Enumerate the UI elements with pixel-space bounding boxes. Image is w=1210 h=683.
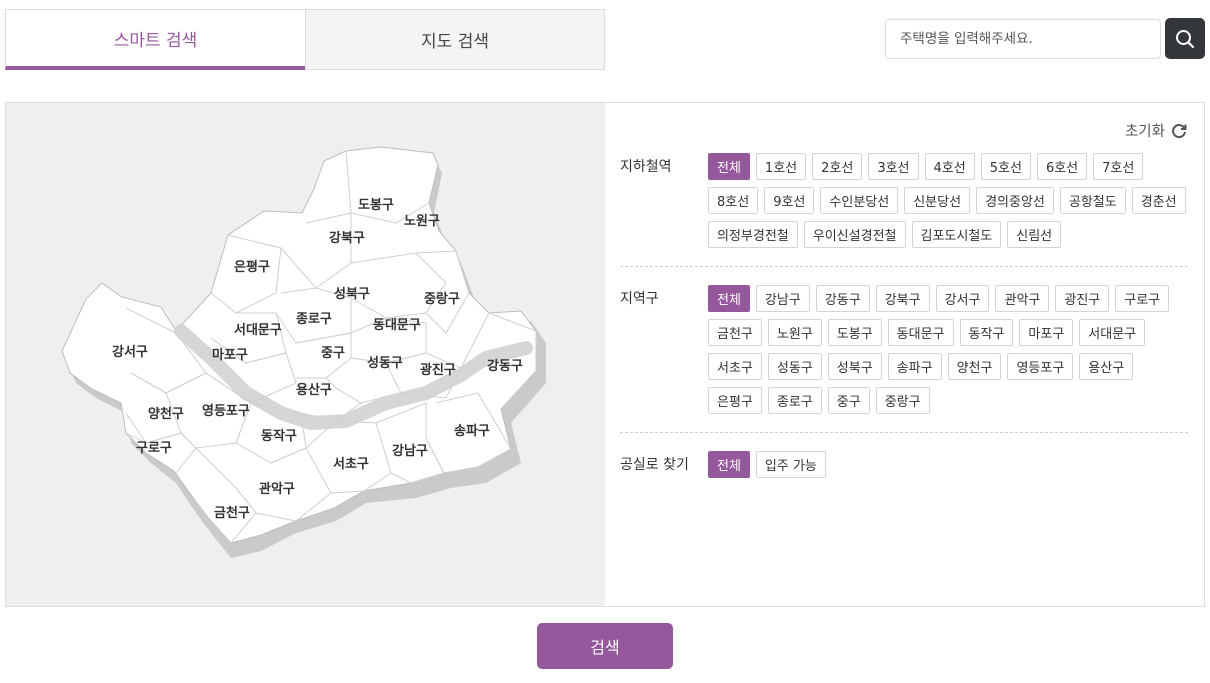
map-label[interactable]: 은평구: [234, 259, 270, 275]
map-label[interactable]: 용산구: [296, 382, 332, 398]
subway-option-chip[interactable]: 경의중앙선: [976, 187, 1054, 214]
tab-smart-search[interactable]: 스마트 검색: [5, 9, 305, 70]
map-label[interactable]: 영등포구: [202, 404, 250, 419]
map-label[interactable]: 노원구: [404, 214, 440, 229]
reset-button[interactable]: 초기화: [1125, 120, 1188, 141]
vacancy-chips: 전체 입주 가능: [708, 451, 1188, 478]
map-label[interactable]: 송파구: [454, 424, 490, 439]
district-option-chip[interactable]: 강서구: [935, 285, 990, 312]
map-label[interactable]: 중랑구: [424, 292, 460, 307]
search-panel: 도봉구 노원구 강북구 은평구 성북구 중랑구 종로구 서대문구 동대문구 강서…: [5, 102, 1205, 607]
tab-map-search[interactable]: 지도 검색: [305, 9, 605, 70]
subway-option-chip[interactable]: 3호선: [868, 153, 919, 180]
subway-label: 지하철역: [620, 159, 672, 175]
subway-option-chip[interactable]: 우이신설경전철: [803, 221, 906, 248]
subway-option-chip[interactable]: 7호선: [1093, 153, 1144, 180]
map-label[interactable]: 성동구: [367, 356, 403, 371]
map-label[interactable]: 강남구: [392, 443, 428, 459]
district-option-chip[interactable]: 성동구: [767, 353, 822, 380]
subway-option-chip[interactable]: 수인분당선: [820, 187, 899, 214]
submit-search-button[interactable]: 검색: [537, 623, 673, 669]
map-label[interactable]: 서대문구: [234, 323, 282, 338]
subway-option-chip[interactable]: 1호선: [755, 153, 807, 180]
district-option-chip[interactable]: 강동구: [815, 285, 870, 312]
refresh-icon: [1172, 123, 1187, 138]
district-option-chip[interactable]: 중랑구: [875, 387, 930, 414]
district-option-chip[interactable]: 마포구: [1019, 319, 1074, 346]
district-filter: 지역구 전체 강남구 강동구 강북구 강서구 관악구 광진구 구로구금천구 노원구 도봉구 동대문구…: [620, 285, 1188, 414]
vacancy-option-chip[interactable]: 전체: [708, 451, 750, 478]
district-option-chip[interactable]: 은평구: [708, 387, 762, 414]
search-icon: [1176, 29, 1195, 48]
district-option-chip[interactable]: 금천구: [708, 319, 762, 346]
map-label[interactable]: 구로구: [136, 441, 172, 456]
district-option-chip[interactable]: 송파구: [887, 353, 942, 380]
subway-option-chip[interactable]: 김포도시철도: [911, 221, 1002, 248]
search-input[interactable]: [885, 19, 1161, 59]
subway-option-chip[interactable]: 공항철도: [1059, 187, 1126, 214]
subway-option-chip[interactable]: 신분당선: [904, 187, 971, 214]
district-chips: 전체 강남구 강동구 강북구 강서구 관악구 광진구 구로구금천구 노원구 도봉구 동대문구 동작구 마…: [708, 285, 1188, 414]
subway-option-chip[interactable]: 4호선: [924, 153, 975, 180]
map-label[interactable]: 관악구: [259, 481, 295, 497]
subway-option-chip[interactable]: 전체: [708, 153, 750, 180]
district-option-chip[interactable]: 동대문구: [887, 319, 954, 346]
map-label[interactable]: 양천구: [148, 407, 184, 422]
seoul-map[interactable]: 도봉구 노원구 강북구 은평구 성북구 중랑구 종로구 서대문구 동대문구 강서…: [6, 103, 605, 606]
vacancy-option-chip[interactable]: 입주 가능: [755, 451, 826, 478]
district-option-chip[interactable]: 노원구: [767, 319, 822, 346]
subway-option-chip[interactable]: 신림선: [1007, 221, 1062, 248]
subway-option-chip[interactable]: 9호선: [764, 187, 815, 214]
map-label[interactable]: 강북구: [329, 230, 365, 246]
map-label[interactable]: 도봉구: [358, 198, 394, 213]
map-label[interactable]: 강동구: [487, 358, 523, 374]
map-label[interactable]: 종로구: [296, 312, 332, 327]
district-option-chip[interactable]: 강남구: [755, 285, 810, 312]
district-option-chip[interactable]: 용산구: [1079, 353, 1134, 380]
subway-option-chip[interactable]: 6호선: [1036, 153, 1088, 180]
map-label[interactable]: 강서구: [112, 344, 148, 360]
map-label[interactable]: 서초구: [333, 457, 369, 472]
district-label: 지역구: [620, 291, 659, 307]
subway-option-chip[interactable]: 5호선: [980, 153, 1031, 180]
district-option-chip[interactable]: 양천구: [947, 353, 1002, 380]
filter-area: 초기화 지하철역 전체 1호선 2호선 3호선 4호선 5호선 6호선 7호선 8호선 9호선 수인…: [605, 103, 1204, 606]
district-option-chip[interactable]: 서초구: [708, 353, 762, 380]
district-option-chip[interactable]: 구로구: [1115, 285, 1170, 312]
divider: [620, 266, 1188, 267]
subway-chips: 전체 1호선 2호선 3호선 4호선 5호선 6호선 7호선 8호선 9호선 수인분당선 신분당선 경의…: [708, 153, 1188, 248]
subway-option-chip[interactable]: 의정부경전철: [708, 221, 798, 248]
district-option-chip[interactable]: 강북구: [875, 285, 930, 312]
search-button[interactable]: [1165, 18, 1205, 59]
district-option-chip[interactable]: 영등포구: [1007, 353, 1074, 380]
district-option-chip[interactable]: 관악구: [995, 285, 1050, 312]
map-label[interactable]: 중구: [321, 346, 345, 361]
district-option-chip[interactable]: 전체: [708, 285, 750, 312]
district-option-chip[interactable]: 동작구: [959, 319, 1014, 346]
map-label[interactable]: 마포구: [212, 347, 248, 363]
subway-option-chip[interactable]: 2호선: [812, 153, 863, 180]
subway-filter: 지하철역 전체 1호선 2호선 3호선 4호선 5호선 6호선 7호선 8호선 9호선 수인분당선 신…: [620, 153, 1188, 248]
district-option-chip[interactable]: 서대문구: [1079, 319, 1146, 346]
vacancy-label: 공실로 찾기: [620, 457, 689, 473]
map-label[interactable]: 성북구: [334, 287, 370, 302]
map-label[interactable]: 동대문구: [373, 318, 421, 333]
search-tabs: 스마트 검색 지도 검색: [5, 9, 605, 70]
reset-label: 초기화: [1124, 124, 1165, 140]
map-label[interactable]: 금천구: [214, 506, 250, 521]
map-label[interactable]: 동작구: [261, 428, 297, 444]
district-option-chip[interactable]: 중구: [827, 387, 870, 414]
map-label[interactable]: 광진구: [420, 362, 456, 378]
vacancy-filter: 공실로 찾기 전체 입주 가능: [620, 451, 1188, 478]
district-option-chip[interactable]: 성북구: [827, 353, 882, 380]
district-option-chip[interactable]: 광진구: [1055, 285, 1110, 312]
divider: [620, 432, 1188, 433]
district-option-chip[interactable]: 종로구: [767, 387, 822, 414]
district-option-chip[interactable]: 도봉구: [827, 319, 882, 346]
subway-option-chip[interactable]: 경춘선: [1131, 187, 1186, 214]
subway-option-chip[interactable]: 8호선: [708, 187, 759, 214]
